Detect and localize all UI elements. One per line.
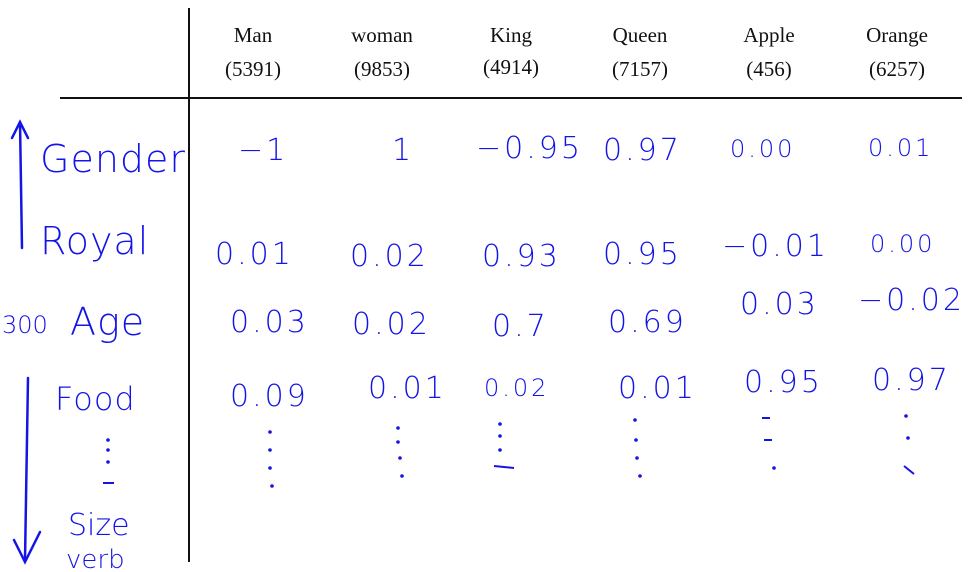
value-gender-apple: 0.00 bbox=[730, 135, 795, 163]
value-food-man: 0.09 bbox=[230, 379, 309, 414]
value-age-man: 0.03 bbox=[230, 305, 309, 340]
up-arrow-icon bbox=[10, 119, 30, 250]
row-label-gender: Gender bbox=[40, 137, 186, 181]
row-label-age: Age bbox=[70, 300, 145, 344]
value-royal-king: 0.93 bbox=[482, 239, 561, 274]
ellipsis-marks bbox=[103, 414, 915, 488]
down-arrow-icon bbox=[12, 376, 42, 565]
value-gender-king: −0.95 bbox=[476, 131, 583, 166]
row-label-verb: verb bbox=[66, 545, 125, 572]
value-gender-woman: 1 bbox=[392, 133, 414, 168]
value-royal-man: 0.01 bbox=[215, 237, 294, 272]
value-royal-woman: 0.02 bbox=[350, 239, 429, 274]
dimension-count: 300 bbox=[2, 311, 48, 339]
row-label-food: Food bbox=[55, 380, 136, 418]
row-label-royal: Royal bbox=[40, 219, 149, 263]
row-label-size: Size bbox=[68, 508, 130, 543]
value-age-woman: 0.02 bbox=[352, 307, 431, 342]
value-age-orange: −0.02 bbox=[858, 283, 965, 318]
value-food-woman: 0.01 bbox=[368, 371, 447, 406]
value-royal-apple: −0.01 bbox=[722, 229, 829, 264]
value-food-orange: 0.97 bbox=[872, 363, 951, 398]
value-food-apple: 0.95 bbox=[744, 365, 823, 400]
value-age-apple: 0.03 bbox=[740, 287, 819, 322]
word-embedding-table: Man (5391) woman (9853) King (4914) Quee… bbox=[0, 0, 977, 572]
handwriting-layer: Gender Royal Age Food 300 Size verb −1 1… bbox=[2, 8, 965, 572]
value-royal-orange: 0.00 bbox=[870, 230, 935, 258]
value-age-queen: 0.69 bbox=[608, 305, 687, 340]
value-food-queen: 0.01 bbox=[618, 371, 697, 406]
value-age-king: 0.7 bbox=[492, 309, 549, 344]
value-gender-man: −1 bbox=[238, 133, 288, 168]
value-gender-queen: 0.97 bbox=[603, 133, 682, 168]
value-gender-orange: 0.01 bbox=[868, 134, 933, 162]
value-food-king: 0.02 bbox=[484, 374, 549, 402]
value-royal-queen: 0.95 bbox=[603, 237, 682, 272]
